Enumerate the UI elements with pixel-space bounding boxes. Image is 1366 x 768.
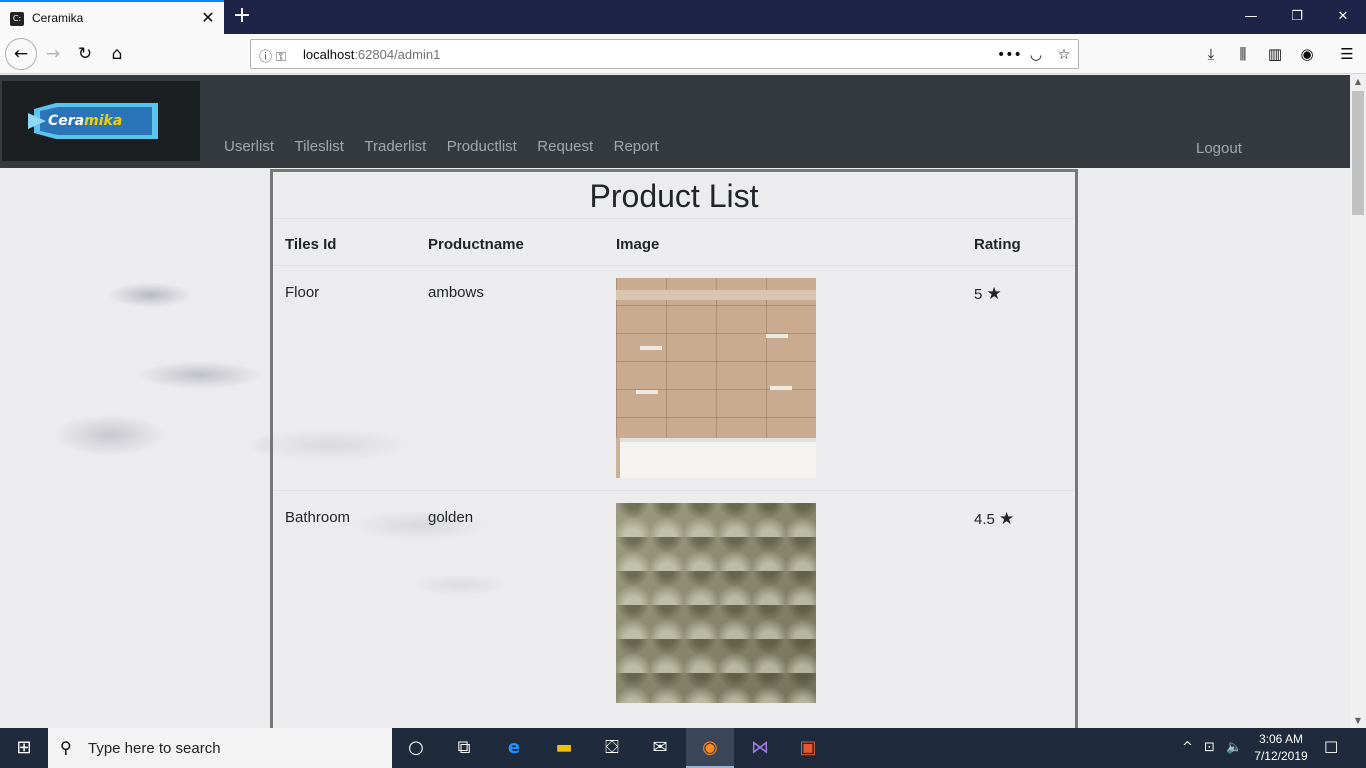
file-explorer-icon[interactable]: ▬ — [540, 728, 588, 768]
volume-icon[interactable]: 🔈 — [1226, 728, 1242, 768]
key-icon: ⚿ — [276, 50, 287, 65]
restore-icon[interactable]: ❐ — [1274, 0, 1320, 34]
cell-productname: golden — [428, 509, 474, 526]
column-header-rating: Rating — [974, 236, 1021, 253]
page-title: Product List — [589, 178, 759, 214]
library-icon[interactable]: ⫼ — [1228, 39, 1258, 69]
scroll-thumb[interactable] — [1352, 91, 1364, 215]
url-text[interactable]: localhost:62804/admin1 — [303, 47, 440, 62]
cell-rating: 5 ★ — [974, 284, 1002, 304]
visual-studio-icon[interactable]: ⋈ — [736, 728, 784, 768]
downloads-icon[interactable]: ⤓ — [1196, 39, 1226, 69]
taskbar: ⊞ ⚲ Type here to search ○ ⧉ e ▬ ⛋ ✉ ◉ ⋈ … — [0, 728, 1366, 768]
reload-icon[interactable]: ↻ — [70, 39, 100, 69]
taskbar-search[interactable]: ⚲ Type here to search — [48, 728, 392, 768]
site-favicon-icon: C: — [10, 12, 24, 26]
scroll-up-icon[interactable]: ▲ — [1350, 75, 1366, 89]
nav-report[interactable]: Report — [614, 138, 659, 155]
divider — [273, 218, 1075, 219]
product-image-bathroom — [616, 278, 816, 478]
nav-tileslist[interactable]: Tileslist — [294, 138, 343, 155]
browser-toolbar: ← → ↻ ⌂ ⓘ ⚿ localhost:62804/admin1 ••• ◡… — [0, 34, 1366, 74]
store-icon[interactable]: ⛋ — [588, 728, 636, 768]
site-header: Ceramika Userlist Tileslist Traderlist P… — [0, 75, 1350, 168]
site-nav: Userlist Tileslist Traderlist Productlis… — [224, 138, 675, 156]
new-tab-button[interactable]: + — [230, 4, 254, 28]
task-view-icon[interactable]: ⧉ — [440, 728, 488, 768]
row-divider — [273, 490, 1075, 491]
clock-date: 7/12/2019 — [1254, 749, 1308, 763]
product-list-panel: Product List Tiles Id Productname Image … — [270, 169, 1078, 728]
nav-traderlist[interactable]: Traderlist — [364, 138, 426, 155]
scroll-down-icon[interactable]: ▼ — [1350, 714, 1366, 728]
product-image-golden-tile — [616, 503, 816, 703]
header-divider — [273, 265, 1075, 266]
column-header-productname: Productname — [428, 236, 524, 253]
nav-productlist[interactable]: Productlist — [447, 138, 517, 155]
tab-title: Ceramika — [32, 11, 84, 25]
cell-tiles-id: Floor — [285, 284, 320, 301]
system-clock[interactable]: 3:06 AM 7/12/2019 — [1248, 731, 1314, 765]
edge-icon[interactable]: e — [490, 728, 538, 768]
forward-button-icon[interactable]: → — [38, 39, 68, 69]
page-scrollbar[interactable]: ▲ ▼ — [1350, 75, 1366, 728]
notification-icon[interactable]: ☐ — [1324, 728, 1338, 768]
tray-chevron-icon[interactable]: ^ — [1182, 728, 1193, 768]
account-icon[interactable]: ◉ — [1292, 39, 1322, 69]
home-icon[interactable]: ⌂ — [102, 39, 132, 69]
search-placeholder: Type here to search — [88, 740, 221, 757]
windows-start-icon[interactable]: ⊞ — [0, 728, 48, 768]
star-icon: ★ — [986, 284, 1002, 304]
column-header-tiles-id: Tiles Id — [285, 236, 337, 253]
url-bar[interactable]: ⓘ ⚿ localhost:62804/admin1 ••• ◡ ☆ — [250, 39, 1079, 69]
mail-icon[interactable]: ✉ — [636, 728, 684, 768]
clock-time: 3:06 AM — [1258, 732, 1304, 746]
network-icon[interactable]: ⊡ — [1204, 728, 1215, 768]
tab-close-icon[interactable]: ✕ — [198, 8, 218, 28]
nav-userlist[interactable]: Userlist — [224, 138, 274, 155]
cell-rating: 4.5 ★ — [974, 509, 1015, 529]
search-icon: ⚲ — [60, 738, 72, 757]
office-icon[interactable]: ▣ — [784, 728, 832, 768]
cell-tiles-id: Bathroom — [285, 509, 351, 526]
sidebar-icon[interactable]: ▥ — [1260, 39, 1290, 69]
column-header-image: Image — [616, 236, 660, 253]
page-viewport: Ceramika Userlist Tileslist Traderlist P… — [0, 75, 1350, 728]
firefox-icon[interactable]: ◉ — [686, 728, 734, 768]
logout-link[interactable]: Logout — [1196, 140, 1242, 157]
menu-icon[interactable]: ☰ — [1332, 39, 1362, 69]
bookmark-star-icon[interactable]: ☆ — [1053, 44, 1075, 66]
logo-text: Ceramika — [48, 113, 123, 129]
site-logo[interactable]: Ceramika — [2, 81, 200, 161]
cortana-icon[interactable]: ○ — [392, 728, 440, 768]
page-actions-icon[interactable]: ••• — [997, 44, 1022, 66]
minimize-icon[interactable]: — — [1228, 0, 1274, 34]
browser-tab[interactable]: C: Ceramika ✕ — [0, 0, 224, 34]
browser-tab-bar: C: Ceramika ✕ + — ❐ ✕ — [0, 0, 1366, 34]
nav-request[interactable]: Request — [537, 138, 593, 155]
back-button-icon[interactable]: ← — [5, 38, 37, 70]
site-info-icon[interactable]: ⓘ ⚿ — [259, 46, 286, 65]
star-icon: ★ — [999, 509, 1015, 529]
cell-productname: ambows — [428, 284, 484, 301]
window-close-icon[interactable]: ✕ — [1320, 0, 1366, 34]
pocket-icon[interactable]: ◡ — [1025, 44, 1047, 66]
